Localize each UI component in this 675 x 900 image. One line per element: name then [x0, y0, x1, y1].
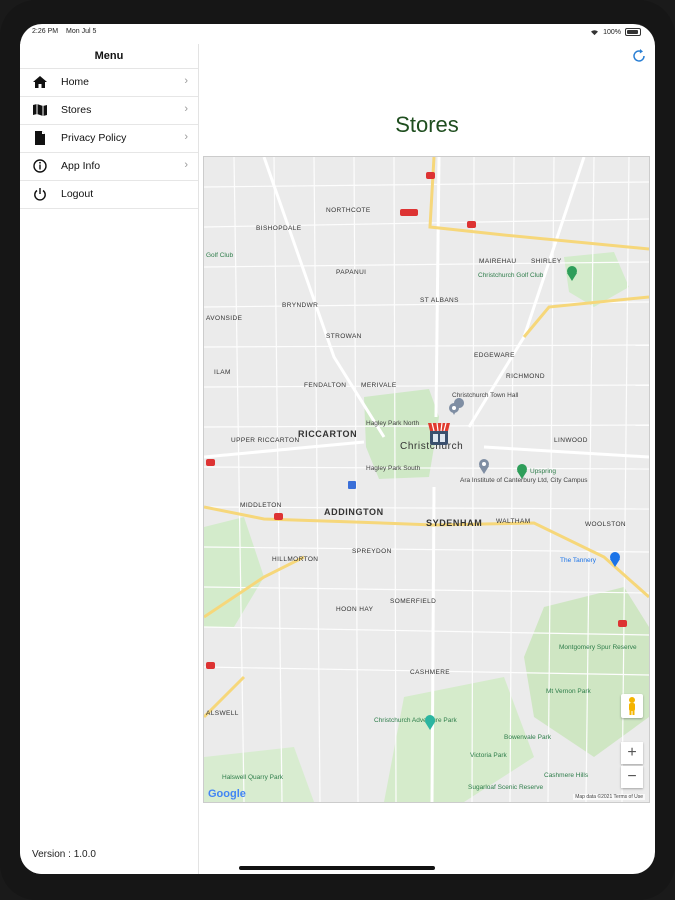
refresh-icon[interactable] — [631, 48, 647, 64]
map-poi-label: Christchurch Adventure Park — [374, 717, 457, 724]
version-label: Version : 1.0.0 — [32, 849, 96, 860]
map-label: WALTHAM — [496, 518, 531, 525]
stores-map[interactable]: NORTHCOTE BISHOPDALE PAPANUI BRYNDWR ST … — [203, 156, 650, 803]
store-marker-icon[interactable] — [428, 422, 450, 445]
map-poi-label: The Tannery — [560, 557, 597, 564]
battery-icon — [625, 28, 641, 36]
map-poi-label: Victoria Park — [470, 752, 507, 759]
map-label: HOON HAY — [336, 606, 374, 613]
map-label: NORTHCOTE — [326, 207, 371, 214]
map-label-major: SYDENHAM — [426, 518, 482, 528]
ipad-frame: 2:26 PM Mon Jul 5 100% Menu Home › Store… — [0, 0, 675, 900]
map-poi-label: Montgomery Spur Reserve — [559, 644, 637, 651]
chevron-right-icon: › — [184, 131, 188, 143]
sidebar-item-label: Logout — [61, 188, 94, 200]
screen: 2:26 PM Mon Jul 5 100% Menu Home › Store… — [20, 24, 655, 874]
map-poi-label: Hagley Park North — [366, 420, 419, 427]
map-label: RICHMOND — [506, 373, 545, 380]
sidebar-item-logout[interactable]: Logout — [20, 181, 198, 209]
sidebar-item-home[interactable]: Home › — [20, 69, 198, 97]
map-label: AVONSIDE — [206, 315, 243, 322]
sidebar-menu: Menu Home › Stores › Privacy Policy › Ap… — [20, 44, 199, 874]
map-label: STROWAN — [326, 333, 362, 340]
chevron-right-icon: › — [184, 103, 188, 115]
sidebar-item-app-info[interactable]: App Info › — [20, 153, 198, 181]
map-label: ST ALBANS — [420, 297, 459, 304]
map-poi-label: Golf Club — [206, 252, 233, 259]
sidebar-item-privacy-policy[interactable]: Privacy Policy › — [20, 125, 198, 153]
page-title: Stores — [395, 112, 459, 137]
map-label: SHIRLEY — [531, 258, 562, 265]
map-label: LINWOOD — [554, 437, 588, 444]
bus-stop-icon — [348, 481, 356, 489]
map-label: ILAM — [214, 369, 231, 376]
map-label: ALSWELL — [206, 710, 239, 717]
status-time: 2:26 PM — [32, 28, 59, 35]
map-poi-label: Cashmere Hills — [544, 772, 589, 779]
home-icon — [33, 76, 47, 88]
map-attribution[interactable]: Map data ©2021 Terms of Use — [573, 794, 645, 800]
map-poi-label: Bowenvale Park — [504, 734, 552, 741]
home-indicator[interactable] — [239, 866, 435, 870]
map-poi-label: Christchurch Golf Club — [478, 272, 544, 279]
map-label: HILLMORTON — [272, 556, 318, 563]
document-icon — [35, 131, 45, 145]
sidebar-item-label: Privacy Policy — [61, 132, 127, 144]
map-label: SOMERFIELD — [390, 598, 436, 605]
google-logo: Google — [208, 788, 246, 800]
status-bar: 2:26 PM Mon Jul 5 100% — [20, 24, 655, 44]
map-label: MAIREHAU — [479, 258, 517, 265]
chevron-right-icon: › — [184, 159, 188, 171]
status-date: Mon Jul 5 — [66, 28, 97, 35]
map-icon — [33, 104, 47, 116]
battery-percent: 100% — [603, 28, 621, 36]
map-label: UPPER RICCARTON — [231, 437, 300, 444]
sidebar-item-label: App Info — [61, 160, 101, 172]
map-poi-label: Halswell Quarry Park — [222, 774, 284, 781]
power-icon — [34, 188, 46, 201]
map-label: FENDALTON — [304, 382, 346, 389]
sidebar-item-stores[interactable]: Stores › — [20, 97, 198, 125]
chevron-right-icon: › — [184, 75, 188, 87]
map-poi-label: Sugarloaf Scenic Reserve — [468, 784, 544, 791]
map-label: BISHOPDALE — [256, 225, 302, 232]
street-view-pegman-icon[interactable] — [621, 694, 643, 718]
map-label: EDGEWARE — [474, 352, 515, 359]
map-poi-label: Ara Institute of Canterbury Ltd, City Ca… — [460, 477, 588, 484]
map-poi-label: Upspring — [530, 468, 556, 475]
info-icon — [33, 159, 47, 173]
map-label-major: ADDINGTON — [324, 507, 384, 517]
main-content: Stores NORTHCOTE BISHOPDALE PAPANUI BRYN… — [199, 44, 655, 874]
map-label: WOOLSTON — [585, 521, 626, 528]
menu-title: Menu — [20, 44, 198, 69]
map-label: MIDDLETON — [240, 502, 282, 509]
map-label: MERIVALE — [361, 382, 397, 389]
zoom-in-button[interactable]: + — [621, 742, 643, 764]
wifi-icon — [591, 29, 599, 35]
map-canvas: NORTHCOTE BISHOPDALE PAPANUI BRYNDWR ST … — [204, 157, 649, 802]
map-poi-label: Hagley Park South — [366, 465, 421, 472]
menu-list: Home › Stores › Privacy Policy › App Inf… — [20, 69, 198, 209]
map-label-major: RICCARTON — [298, 429, 357, 439]
map-poi-label: Christchurch Town Hall — [452, 392, 519, 399]
sidebar-item-label: Stores — [61, 104, 92, 116]
map-label: SPREYDON — [352, 548, 392, 555]
sidebar-item-label: Home — [61, 76, 90, 88]
map-label: BRYNDWR — [282, 302, 318, 309]
map-label: CASHMERE — [410, 669, 450, 676]
map-label: PAPANUI — [336, 269, 366, 276]
map-poi-label: Mt Vernon Park — [546, 688, 592, 695]
zoom-out-button[interactable]: − — [621, 766, 643, 788]
